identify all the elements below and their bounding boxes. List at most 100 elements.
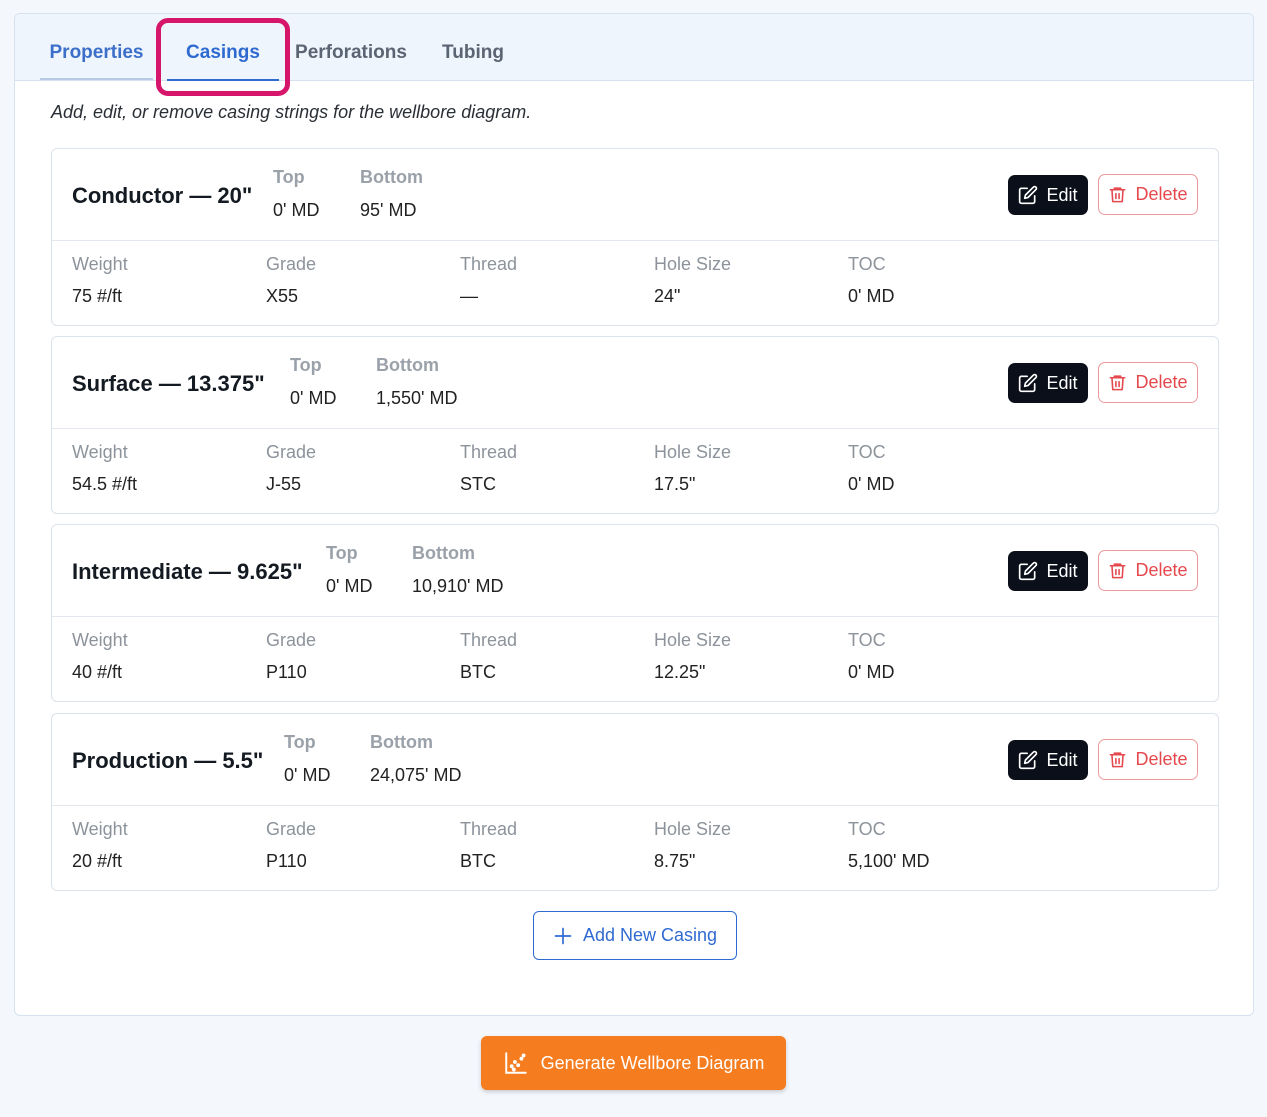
edit-label: Edit: [1046, 749, 1078, 770]
generate-wellbore-diagram-button[interactable]: Generate Wellbore Diagram: [481, 1036, 786, 1090]
casing-card-intermediate: Intermediate — 9.625" Top 0' MD Bottom 1…: [51, 524, 1219, 702]
casing-title: Surface — 13.375": [72, 371, 265, 396]
trash-icon: [1110, 375, 1126, 391]
weight-value: 75 #/ft: [72, 286, 123, 306]
tab-casings[interactable]: Casings: [167, 14, 279, 81]
hole-size-label: Hole Size: [654, 254, 732, 274]
casing-card-header: Intermediate — 9.625" Top 0' MD Bottom 1…: [52, 525, 1218, 617]
delete-label: Delete: [1135, 749, 1188, 769]
edit-button[interactable]: Edit: [1008, 740, 1088, 780]
delete-label: Delete: [1135, 560, 1188, 580]
add-new-casing-button[interactable]: Add New Casing: [533, 911, 737, 960]
weight-label: Weight: [72, 630, 128, 650]
top-value: 0' MD: [284, 765, 331, 785]
edit-icon: [1019, 750, 1038, 770]
delete-label: Delete: [1135, 372, 1188, 392]
casing-title: Production — 5.5": [72, 748, 264, 773]
grade-label: Grade: [266, 442, 317, 462]
bottom-value: 24,075' MD: [370, 765, 462, 785]
casing-card-header: Conductor — 20" Top 0' MD Bottom 95' MD …: [52, 149, 1218, 241]
casing-card-details: Weight 40 #/ft Grade P110 Thread BTC Hol…: [52, 617, 1218, 702]
casing-card-production: Production — 5.5" Top 0' MD Bottom 24,07…: [51, 713, 1219, 891]
bottom-label: Bottom: [412, 543, 475, 563]
grade-value: X55: [266, 286, 299, 306]
thread-value: BTC: [460, 851, 496, 871]
edit-label: Edit: [1046, 560, 1078, 581]
add-new-casing-label: Add New Casing: [582, 925, 718, 945]
weight-value: 20 #/ft: [72, 851, 123, 871]
bottom-label: Bottom: [376, 355, 439, 375]
casing-card-surface: Surface — 13.375" Top 0' MD Bottom 1,550…: [51, 336, 1219, 514]
top-value: 0' MD: [273, 200, 320, 220]
edit-button[interactable]: Edit: [1008, 175, 1088, 215]
casing-title: Conductor — 20": [72, 183, 253, 208]
thread-value: STC: [460, 474, 496, 494]
tab-tubing[interactable]: Tubing: [435, 14, 511, 80]
toc-value: 0' MD: [848, 662, 895, 682]
hole-size-value: 12.25": [654, 662, 706, 682]
edit-icon: [1019, 373, 1038, 393]
casing-title: Intermediate — 9.625": [72, 559, 303, 584]
top-label: Top: [284, 732, 316, 752]
trash-icon: [1110, 752, 1126, 768]
delete-button[interactable]: Delete: [1098, 550, 1198, 591]
weight-value: 54.5 #/ft: [72, 474, 138, 494]
bottom-value: 1,550' MD: [376, 388, 458, 408]
edit-button[interactable]: Edit: [1008, 551, 1088, 591]
casing-card-conductor: Conductor — 20" Top 0' MD Bottom 95' MD …: [51, 148, 1219, 326]
thread-label: Thread: [460, 630, 518, 650]
tab-bar: Properties Casings Perforations Tubing: [15, 14, 1253, 81]
intro-text: Add, edit, or remove casing strings for …: [51, 102, 532, 122]
grade-label: Grade: [266, 254, 317, 274]
active-tab-indicator: [167, 79, 279, 81]
thread-label: Thread: [460, 819, 518, 839]
bottom-label: Bottom: [370, 732, 433, 752]
weight-label: Weight: [72, 442, 128, 462]
grade-value: P110: [266, 851, 307, 871]
tab-properties[interactable]: Properties: [40, 14, 153, 80]
top-value: 0' MD: [326, 576, 373, 596]
hole-size-label: Hole Size: [654, 630, 732, 650]
toc-label: TOC: [848, 630, 886, 650]
top-label: Top: [326, 543, 358, 563]
bottom-label: Bottom: [360, 167, 423, 187]
weight-label: Weight: [72, 819, 128, 839]
hole-size-label: Hole Size: [654, 819, 732, 839]
thread-value: —: [460, 286, 478, 306]
bottom-value: 10,910' MD: [412, 576, 504, 596]
grade-value: J-55: [266, 474, 302, 494]
casing-card-details: Weight 75 #/ft Grade X55 Thread — Hole S…: [52, 241, 1218, 326]
plus-icon: [554, 927, 572, 944]
casing-card-details: Weight 54.5 #/ft Grade J-55 Thread STC H…: [52, 429, 1218, 514]
delete-button[interactable]: Delete: [1098, 739, 1198, 780]
toc-label: TOC: [848, 442, 886, 462]
delete-button[interactable]: Delete: [1098, 174, 1198, 215]
chart-icon: [504, 1052, 527, 1074]
thread-label: Thread: [460, 254, 518, 274]
weight-value: 40 #/ft: [72, 662, 123, 682]
trash-icon: [1110, 187, 1126, 203]
delete-button[interactable]: Delete: [1098, 362, 1198, 403]
edit-icon: [1019, 185, 1038, 205]
hole-size-value: 24": [654, 286, 681, 306]
trash-icon: [1110, 563, 1126, 579]
generate-label: Generate Wellbore Diagram: [540, 1052, 765, 1073]
delete-label: Delete: [1135, 184, 1188, 204]
tab-perforations[interactable]: Perforations: [295, 14, 407, 80]
toc-value: 0' MD: [848, 286, 895, 306]
toc-value: 5,100' MD: [848, 851, 930, 871]
grade-label: Grade: [266, 630, 317, 650]
top-value: 0' MD: [290, 388, 337, 408]
hole-size-value: 8.75": [654, 851, 696, 871]
edit-icon: [1019, 561, 1038, 581]
edit-button[interactable]: Edit: [1008, 363, 1088, 403]
hole-size-value: 17.5": [654, 474, 696, 494]
top-label: Top: [290, 355, 322, 375]
edit-label: Edit: [1046, 372, 1078, 393]
grade-value: P110: [266, 662, 307, 682]
toc-label: TOC: [848, 254, 886, 274]
weight-label: Weight: [72, 254, 128, 274]
thread-label: Thread: [460, 442, 518, 462]
casing-card-details: Weight 20 #/ft Grade P110 Thread BTC Hol…: [52, 806, 1218, 891]
tab-casings-label: Casings: [186, 42, 260, 63]
